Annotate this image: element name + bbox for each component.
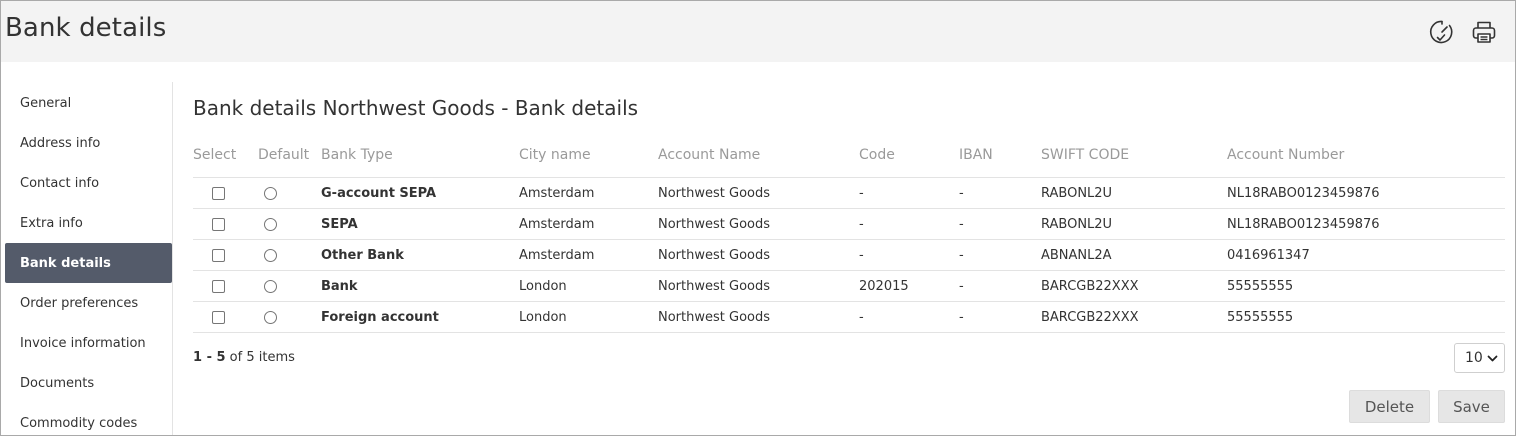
cell-city-name: Amsterdam — [519, 185, 595, 201]
cell-code: 202015 — [859, 278, 909, 294]
timer-check-icon[interactable] — [1428, 18, 1456, 46]
pager-total: of 5 items — [225, 350, 295, 365]
save-button[interactable]: Save — [1438, 390, 1505, 423]
cell-bank-type: Bank — [321, 278, 358, 294]
column-header-default[interactable]: Default — [258, 147, 309, 163]
page-size-value: 10 — [1465, 350, 1483, 366]
row-select-checkbox[interactable] — [212, 187, 225, 200]
window: Bank details General Address info Contac… — [0, 0, 1516, 436]
row-default-radio[interactable] — [264, 249, 277, 262]
cell-bank-type: Foreign account — [321, 309, 439, 325]
cell-iban: - — [959, 185, 964, 201]
column-header-code[interactable]: Code — [859, 147, 895, 163]
table-row[interactable]: Foreign account London Northwest Goods -… — [193, 302, 1505, 333]
cell-code: - — [859, 309, 864, 325]
table-row[interactable]: SEPA Amsterdam Northwest Goods - - RABON… — [193, 209, 1505, 240]
cell-swift-code: RABONL2U — [1041, 185, 1113, 201]
row-select-checkbox[interactable] — [212, 249, 225, 262]
cell-city-name: Amsterdam — [519, 247, 595, 263]
printer-icon[interactable] — [1470, 18, 1498, 46]
cell-account-number: 55555555 — [1227, 278, 1294, 294]
cell-city-name: Amsterdam — [519, 216, 595, 232]
table-row[interactable]: Other Bank Amsterdam Northwest Goods - -… — [193, 240, 1505, 271]
pager-range: 1 - 5 — [193, 350, 226, 365]
column-header-account-name[interactable]: Account Name — [658, 147, 760, 163]
column-header-account-number[interactable]: Account Number — [1227, 147, 1344, 163]
cell-iban: - — [959, 278, 964, 294]
sidebar-item-bank-details[interactable]: Bank details — [5, 243, 172, 283]
row-select-checkbox[interactable] — [212, 311, 225, 324]
column-header-city-name[interactable]: City name — [519, 147, 591, 163]
sidebar-item-invoice-information[interactable]: Invoice information — [5, 323, 172, 363]
cell-account-name: Northwest Goods — [658, 216, 770, 232]
sidebar: General Address info Contact info Extra … — [1, 82, 173, 435]
page-header: Bank details — [1, 1, 1515, 62]
cell-swift-code: BARCGB22XXX — [1041, 278, 1139, 294]
cell-swift-code: RABONL2U — [1041, 216, 1113, 232]
column-header-iban[interactable]: IBAN — [959, 147, 993, 163]
column-header-bank-type[interactable]: Bank Type — [321, 147, 393, 163]
main-content: Bank details Northwest Goods - Bank deta… — [193, 82, 1505, 435]
sidebar-item-order-preferences[interactable]: Order preferences — [5, 283, 172, 323]
cell-iban: - — [959, 309, 964, 325]
cell-account-name: Northwest Goods — [658, 185, 770, 201]
table-row[interactable]: Bank London Northwest Goods 202015 - BAR… — [193, 271, 1505, 302]
cell-bank-type: SEPA — [321, 216, 358, 232]
cell-swift-code: ABNANL2A — [1041, 247, 1112, 263]
pager-info: 1 - 5 of 5 items — [193, 350, 295, 365]
row-default-radio[interactable] — [264, 218, 277, 231]
cell-iban: - — [959, 247, 964, 263]
cell-account-number: 0416961347 — [1227, 247, 1310, 263]
cell-bank-type: Other Bank — [321, 247, 404, 263]
column-header-swift-code[interactable]: SWIFT CODE — [1041, 147, 1129, 163]
cell-bank-type: G-account SEPA — [321, 185, 437, 201]
cell-code: - — [859, 247, 864, 263]
sidebar-item-address-info[interactable]: Address info — [5, 123, 172, 163]
cell-account-name: Northwest Goods — [658, 309, 770, 325]
sidebar-item-general[interactable]: General — [5, 83, 172, 123]
page-size-select[interactable]: 10 — [1454, 343, 1505, 373]
page-title: Bank details — [5, 13, 167, 43]
cell-code: - — [859, 216, 864, 232]
section-title: Bank details Northwest Goods - Bank deta… — [193, 96, 639, 120]
row-default-radio[interactable] — [264, 280, 277, 293]
sidebar-item-contact-info[interactable]: Contact info — [5, 163, 172, 203]
cell-swift-code: BARCGB22XXX — [1041, 309, 1139, 325]
row-select-checkbox[interactable] — [212, 280, 225, 293]
sidebar-item-extra-info[interactable]: Extra info — [5, 203, 172, 243]
sidebar-item-documents[interactable]: Documents — [5, 363, 172, 403]
cell-account-number: 55555555 — [1227, 309, 1294, 325]
cell-account-number: NL18RABO0123459876 — [1227, 185, 1380, 201]
cell-iban: - — [959, 216, 964, 232]
cell-account-name: Northwest Goods — [658, 278, 770, 294]
chevron-down-icon — [1487, 355, 1498, 362]
column-header-select[interactable]: Select — [193, 147, 236, 163]
cell-account-number: NL18RABO0123459876 — [1227, 216, 1380, 232]
cell-city-name: London — [519, 278, 567, 294]
row-select-checkbox[interactable] — [212, 218, 225, 231]
sidebar-item-commodity-codes[interactable]: Commodity codes — [5, 403, 172, 435]
table-row[interactable]: G-account SEPA Amsterdam Northwest Goods… — [193, 178, 1505, 209]
cell-code: - — [859, 185, 864, 201]
cell-city-name: London — [519, 309, 567, 325]
row-default-radio[interactable] — [264, 187, 277, 200]
delete-button[interactable]: Delete — [1349, 390, 1430, 423]
row-default-radio[interactable] — [264, 311, 277, 324]
cell-account-name: Northwest Goods — [658, 247, 770, 263]
